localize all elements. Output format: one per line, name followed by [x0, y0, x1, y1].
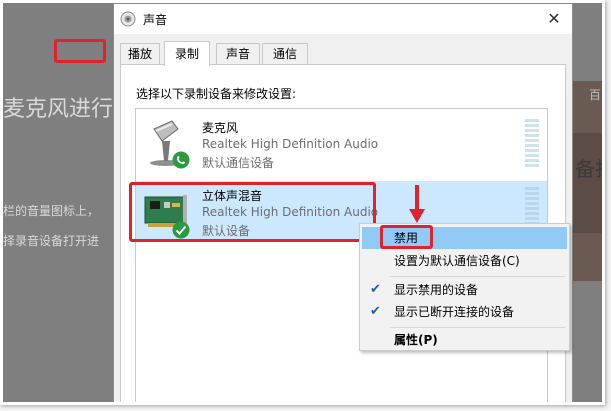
- bg-heading-fragment: 麦克风进行: [3, 97, 114, 122]
- tab-recording[interactable]: 录制: [164, 41, 210, 66]
- menu-item-show-disabled[interactable]: ✔ 显示禁用的设备: [362, 279, 567, 301]
- checkmark-icon: ✔: [370, 282, 381, 297]
- bg-right-panel-dark: [571, 133, 602, 233]
- bg-line1-fragment: 栏的音量图标上，: [3, 204, 100, 218]
- device-status: 默认通信设备: [202, 156, 275, 170]
- disable-item-highlight: [380, 225, 433, 249]
- menu-item-label: 显示已断开连接的设备: [394, 305, 515, 319]
- device-driver: Realtek High Definition Audio: [202, 137, 379, 151]
- bg-right-text: 备打: [575, 157, 602, 181]
- title-bar[interactable]: 声音 ✕: [114, 4, 572, 34]
- menu-item-label: 属性(P): [394, 333, 438, 347]
- screenshot-frame: 麦克风进行 栏的音量图标上， 择录音设备打开进 百 备打 声音 ✕ 播放 录制 …: [0, 0, 605, 405]
- tab-communications[interactable]: 通信: [262, 43, 308, 64]
- bg-right-char: 百: [589, 88, 602, 102]
- menu-item-properties[interactable]: 属性(P): [362, 329, 567, 351]
- stereo-mix-highlight: [129, 182, 376, 242]
- close-button[interactable]: ✕: [542, 8, 566, 30]
- menu-item-label: 设置为默认通信设备(C): [394, 254, 520, 268]
- checkmark-icon: ✔: [370, 304, 381, 319]
- menu-separator: [390, 327, 565, 328]
- tab-playback[interactable]: 播放: [120, 43, 160, 64]
- level-meter: [525, 119, 539, 167]
- device-name: 麦克风: [202, 121, 239, 135]
- menu-item-show-disconnected[interactable]: ✔ 显示已断开连接的设备: [362, 301, 567, 323]
- phone-badge-icon: [172, 151, 190, 169]
- arrow-down-icon: [409, 185, 425, 225]
- menu-item-set-default-comm[interactable]: 设置为默认通信设备(C): [362, 250, 567, 272]
- speaker-icon: [120, 11, 136, 27]
- device-microphone[interactable]: 麦克风 Realtek High Definition Audio 默认通信设备: [136, 113, 547, 173]
- window-title: 声音: [143, 13, 168, 27]
- bg-line2-fragment: 择录音设备打开进: [3, 234, 100, 248]
- tab-sounds[interactable]: 声音: [216, 43, 260, 64]
- instruction-text: 选择以下录制设备来修改设置:: [136, 87, 297, 101]
- recording-tab-highlight: [54, 39, 106, 63]
- menu-item-label: 显示禁用的设备: [394, 283, 479, 297]
- menu-separator: [390, 276, 565, 277]
